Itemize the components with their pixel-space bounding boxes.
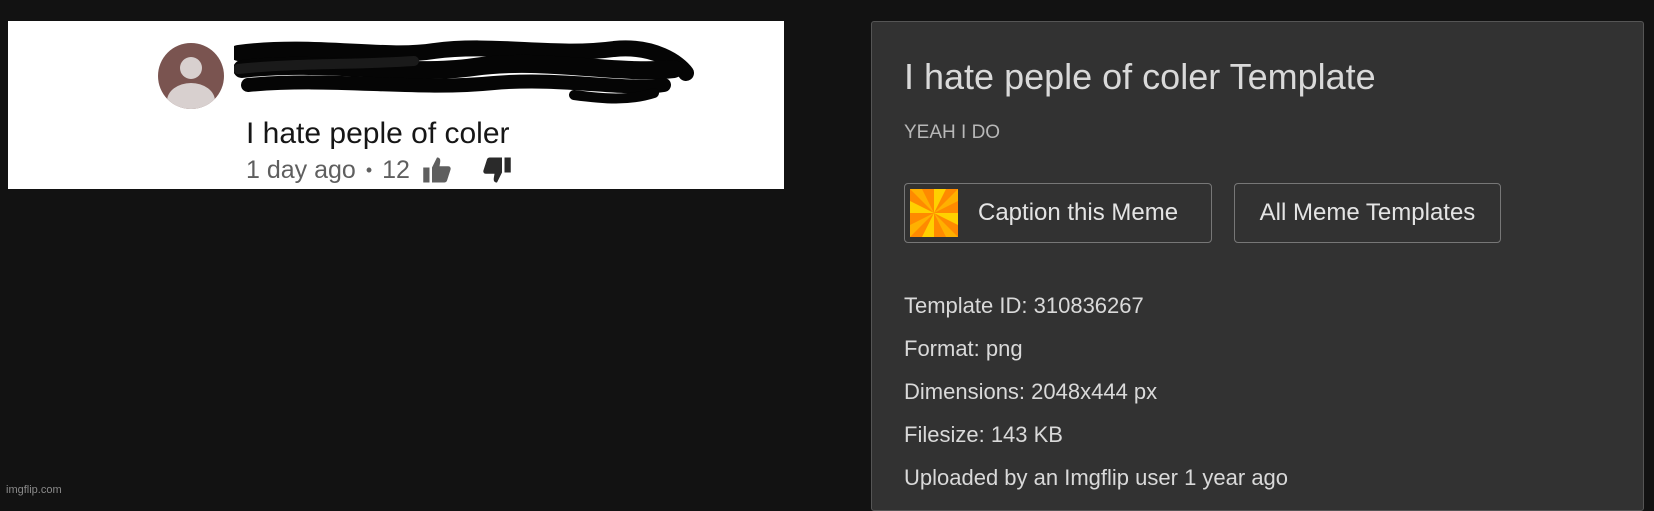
caption-button-label: Caption this Meme [978,199,1179,226]
thumbs-down-icon [483,157,511,183]
meta-separator: • [365,159,373,180]
info-value: 310836267 [1033,293,1144,318]
like-count: 12 [382,155,410,184]
uploaded-by-row: Uploaded by an Imgflip user 1 year ago [904,456,1288,499]
info-value: 2048x444 px [1031,379,1158,404]
info-label: Dimensions: [904,379,1026,404]
all-templates-button-label: All Meme Templates [1259,199,1476,226]
meme-template-image[interactable]: I hate peple of coler 1 day ago • 12 [8,21,784,189]
info-label: Format: [904,336,980,361]
info-value: 143 KB [990,422,1063,447]
thumbs-up-icon [423,157,451,183]
template-info-panel: I hate peple of coler Template YEAH I DO… [871,21,1644,511]
format-row: Format: png [904,327,1288,370]
page-title: I hate peple of coler Template [904,56,1376,97]
template-id-row: Template ID: 310836267 [904,284,1288,327]
info-label: Uploaded by an Imgflip user [904,465,1178,490]
comment-meta: 1 day ago • 12 [246,155,512,185]
dimensions-row: Dimensions: 2048x444 px [904,370,1288,413]
info-value: png [985,336,1023,361]
info-value: 1 year ago [1184,465,1289,490]
info-label: Template ID: [904,293,1028,318]
template-details-list: Template ID: 310836267 Format: png Dimen… [904,284,1288,499]
caption-this-meme-button[interactable]: Caption this Meme [904,183,1212,243]
all-meme-templates-button[interactable]: All Meme Templates [1234,183,1501,243]
info-label: Filesize: [904,422,985,447]
avatar-icon [158,43,224,109]
pinwheel-icon [910,189,958,237]
template-subtitle: YEAH I DO [904,122,1001,143]
imgflip-watermark: imgflip.com [6,484,62,496]
redacted-username-scribble [234,40,694,104]
comment-time: 1 day ago [246,155,356,184]
comment-text: I hate peple of coler [246,117,510,150]
filesize-row: Filesize: 143 KB [904,413,1288,456]
